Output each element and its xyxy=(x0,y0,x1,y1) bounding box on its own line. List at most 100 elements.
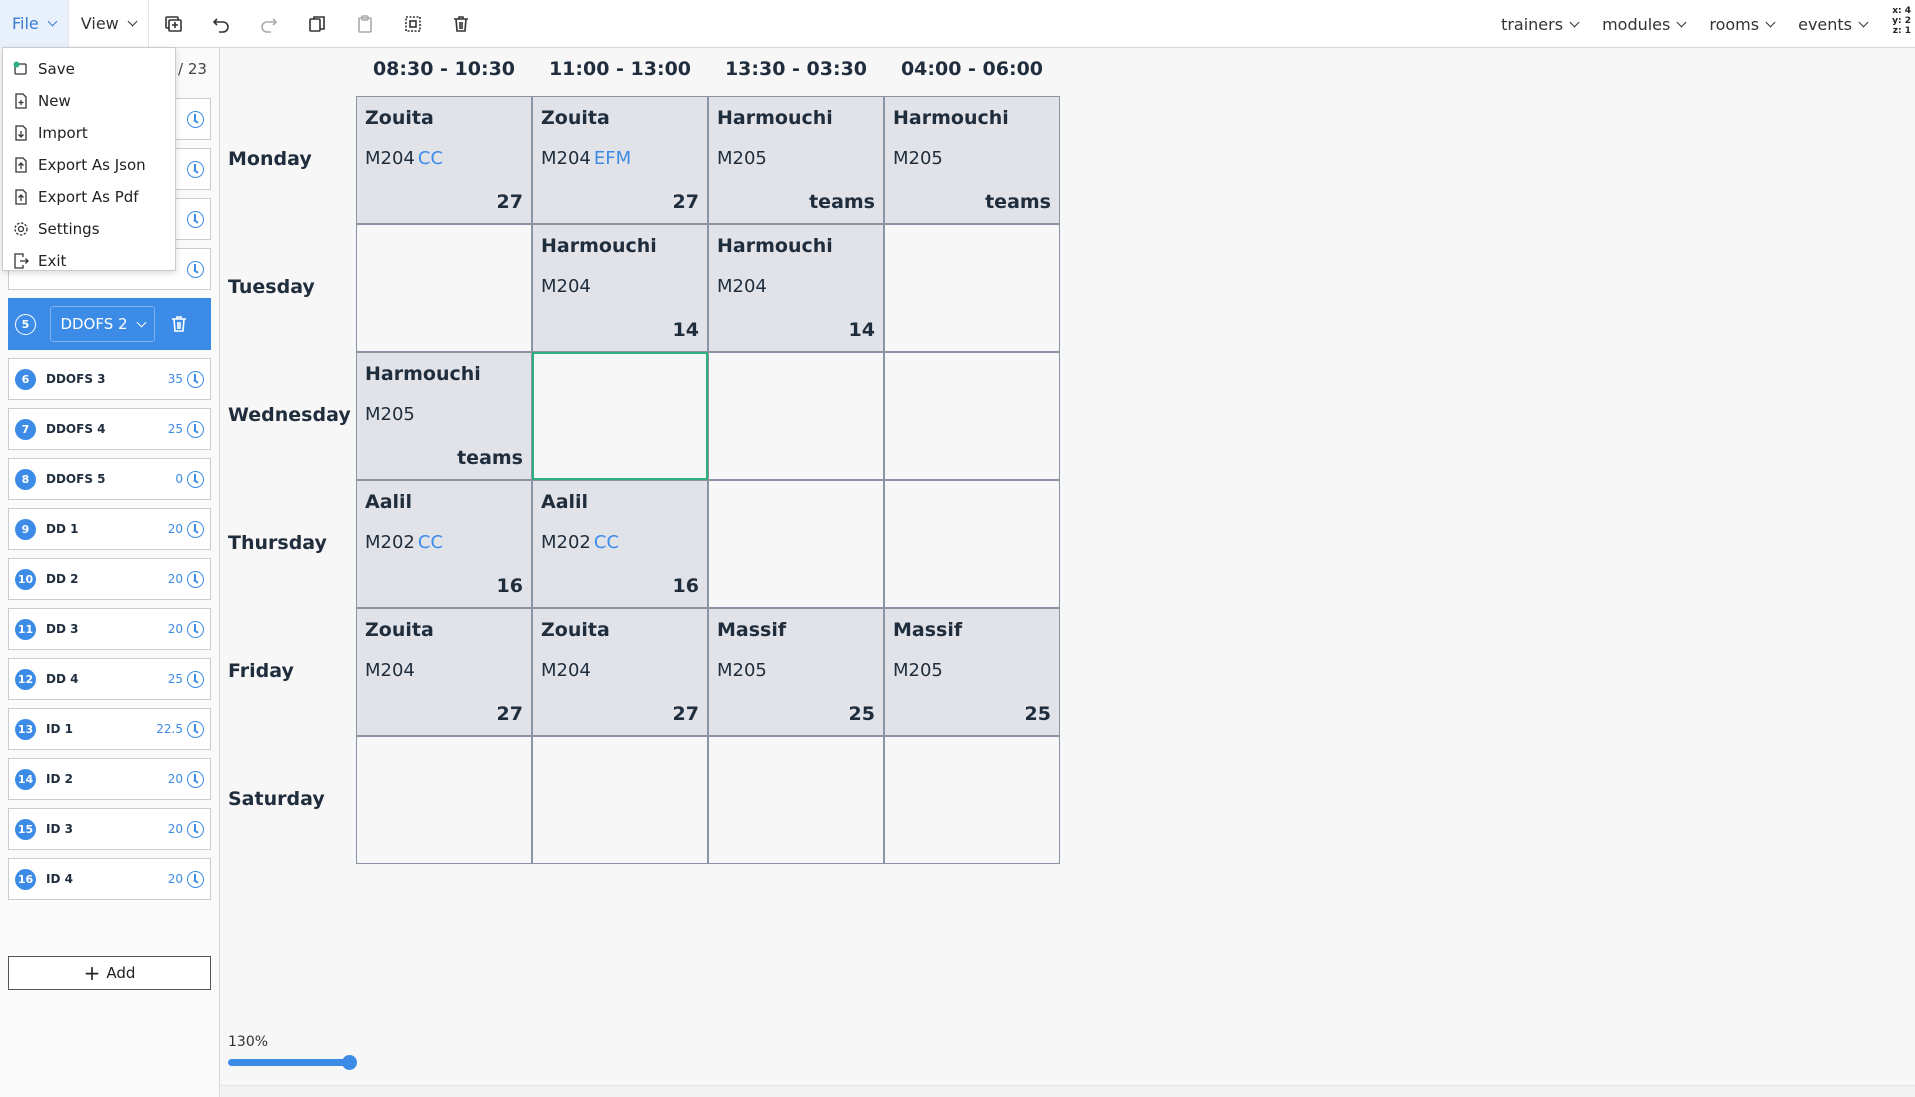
empty-cell[interactable] xyxy=(356,736,532,864)
empty-cell[interactable] xyxy=(884,352,1060,480)
empty-cell[interactable] xyxy=(884,224,1060,352)
session-cell[interactable]: Aalil M202 CC 16 xyxy=(532,480,708,608)
copy-icon[interactable] xyxy=(293,0,341,48)
group-item[interactable]: 14 ID 2 20 xyxy=(8,758,211,800)
menu-item-settings[interactable]: Settings xyxy=(3,213,175,245)
empty-cell[interactable] xyxy=(708,352,884,480)
save-icon[interactable] xyxy=(149,0,197,48)
trash-icon[interactable] xyxy=(169,314,189,334)
session-cell[interactable]: Massif M205 25 xyxy=(708,608,884,736)
menu-item-save[interactable]: Save xyxy=(3,53,175,85)
group-name: DD 2 xyxy=(46,572,79,586)
clock-icon[interactable] xyxy=(187,420,204,438)
group-select-value: DDOFS 2 xyxy=(60,315,128,333)
day-label: Wednesday xyxy=(228,404,351,426)
menu-item-new[interactable]: New xyxy=(3,85,175,117)
horizontal-scrollbar[interactable] xyxy=(221,1085,1915,1097)
empty-cell[interactable] xyxy=(884,480,1060,608)
file-menu-label: File xyxy=(12,14,39,33)
session-cell[interactable]: Aalil M202 CC 16 xyxy=(356,480,532,608)
clock-icon[interactable] xyxy=(187,470,204,488)
empty-cell[interactable] xyxy=(532,352,708,480)
group-item-selected[interactable]: 5 DDOFS 2 xyxy=(8,298,211,350)
group-item[interactable]: 13 ID 1 22.5 xyxy=(8,708,211,750)
group-number: 10 xyxy=(15,568,36,590)
clock-icon[interactable] xyxy=(187,520,204,538)
menu-item-import[interactable]: Import xyxy=(3,117,175,149)
session-cell[interactable]: Harmouchi M205 teams xyxy=(884,96,1060,224)
zoom-slider-thumb[interactable] xyxy=(342,1055,357,1070)
session-trainer: Massif xyxy=(717,619,787,641)
clock-icon[interactable] xyxy=(187,110,204,128)
session-trainer: Aalil xyxy=(365,491,413,513)
menu-item-exit[interactable]: Exit xyxy=(3,245,175,277)
group-name: DDOFS 5 xyxy=(46,472,106,486)
group-item[interactable]: 9 DD 1 20 xyxy=(8,508,211,550)
empty-cell[interactable] xyxy=(884,736,1060,864)
rooms-filter[interactable]: rooms xyxy=(1697,15,1786,34)
clock-icon[interactable] xyxy=(187,670,204,688)
chevron-down-icon xyxy=(1569,17,1580,27)
empty-cell[interactable] xyxy=(708,736,884,864)
zoom-slider[interactable] xyxy=(228,1059,353,1066)
clock-icon[interactable] xyxy=(187,260,204,278)
clock-icon[interactable] xyxy=(187,620,204,638)
session-room: teams xyxy=(809,191,875,213)
day-label: Thursday xyxy=(228,532,327,554)
events-filter[interactable]: events xyxy=(1786,15,1879,34)
plus-icon: + xyxy=(83,961,101,985)
session-cell[interactable]: Harmouchi M204 14 xyxy=(708,224,884,352)
clock-icon[interactable] xyxy=(187,160,204,178)
redo-icon[interactable] xyxy=(245,0,293,48)
group-item[interactable]: 8 DDOFS 5 0 xyxy=(8,458,211,500)
session-module: M205 xyxy=(717,660,767,681)
group-item[interactable]: 6 DDOFS 3 35 xyxy=(8,358,211,400)
group-item[interactable]: 16 ID 4 20 xyxy=(8,858,211,900)
session-tag: CC xyxy=(417,148,444,169)
session-cell[interactable]: Massif M205 25 xyxy=(884,608,1060,736)
session-cell[interactable]: Zouita M204 27 xyxy=(356,608,532,736)
clock-icon[interactable] xyxy=(187,720,204,738)
group-item[interactable]: 11 DD 3 20 xyxy=(8,608,211,650)
session-room: teams xyxy=(457,447,523,469)
empty-cell[interactable] xyxy=(532,736,708,864)
group-item[interactable]: 15 ID 3 20 xyxy=(8,808,211,850)
clock-icon[interactable] xyxy=(187,210,204,228)
session-cell[interactable]: Harmouchi M205 teams xyxy=(708,96,884,224)
session-module-line: M204 EFM xyxy=(541,148,631,169)
select-all-icon[interactable] xyxy=(389,0,437,48)
clock-icon[interactable] xyxy=(187,370,204,388)
undo-icon[interactable] xyxy=(197,0,245,48)
menu-item-export-pdf[interactable]: Export As Pdf xyxy=(3,181,175,213)
session-module-line: M205 xyxy=(717,660,770,681)
group-item[interactable]: 12 DD 4 25 xyxy=(8,658,211,700)
session-module: M205 xyxy=(717,148,767,169)
view-menu-button[interactable]: View xyxy=(69,0,148,48)
paste-icon[interactable] xyxy=(341,0,389,48)
session-cell[interactable]: Zouita M204 EFM 27 xyxy=(532,96,708,224)
group-hours: 20 xyxy=(167,622,183,636)
menu-item-export-json[interactable]: Export As Json xyxy=(3,149,175,181)
delete-icon[interactable] xyxy=(437,0,485,48)
add-group-button[interactable]: + Add xyxy=(8,956,211,990)
group-item[interactable]: 10 DD 2 20 xyxy=(8,558,211,600)
group-number: 6 xyxy=(15,368,36,390)
group-item[interactable]: 7 DDOFS 4 25 xyxy=(8,408,211,450)
session-cell[interactable]: Zouita M204 CC 27 xyxy=(356,96,532,224)
file-menu-button[interactable]: File xyxy=(0,0,68,48)
group-select[interactable]: DDOFS 2 xyxy=(50,306,155,342)
session-cell[interactable]: Zouita M204 27 xyxy=(532,608,708,736)
modules-filter[interactable]: modules xyxy=(1590,15,1697,34)
clock-icon[interactable] xyxy=(187,570,204,588)
trainers-filter[interactable]: trainers xyxy=(1489,15,1590,34)
empty-cell[interactable] xyxy=(356,224,532,352)
clock-icon[interactable] xyxy=(187,820,204,838)
empty-cell[interactable] xyxy=(708,480,884,608)
clock-icon[interactable] xyxy=(187,770,204,788)
group-number: 13 xyxy=(15,718,36,740)
session-cell[interactable]: Harmouchi M205 teams xyxy=(356,352,532,480)
clock-icon[interactable] xyxy=(187,870,204,888)
menu-item-label: Save xyxy=(38,60,75,78)
group-number: 9 xyxy=(15,518,36,540)
session-cell[interactable]: Harmouchi M204 14 xyxy=(532,224,708,352)
